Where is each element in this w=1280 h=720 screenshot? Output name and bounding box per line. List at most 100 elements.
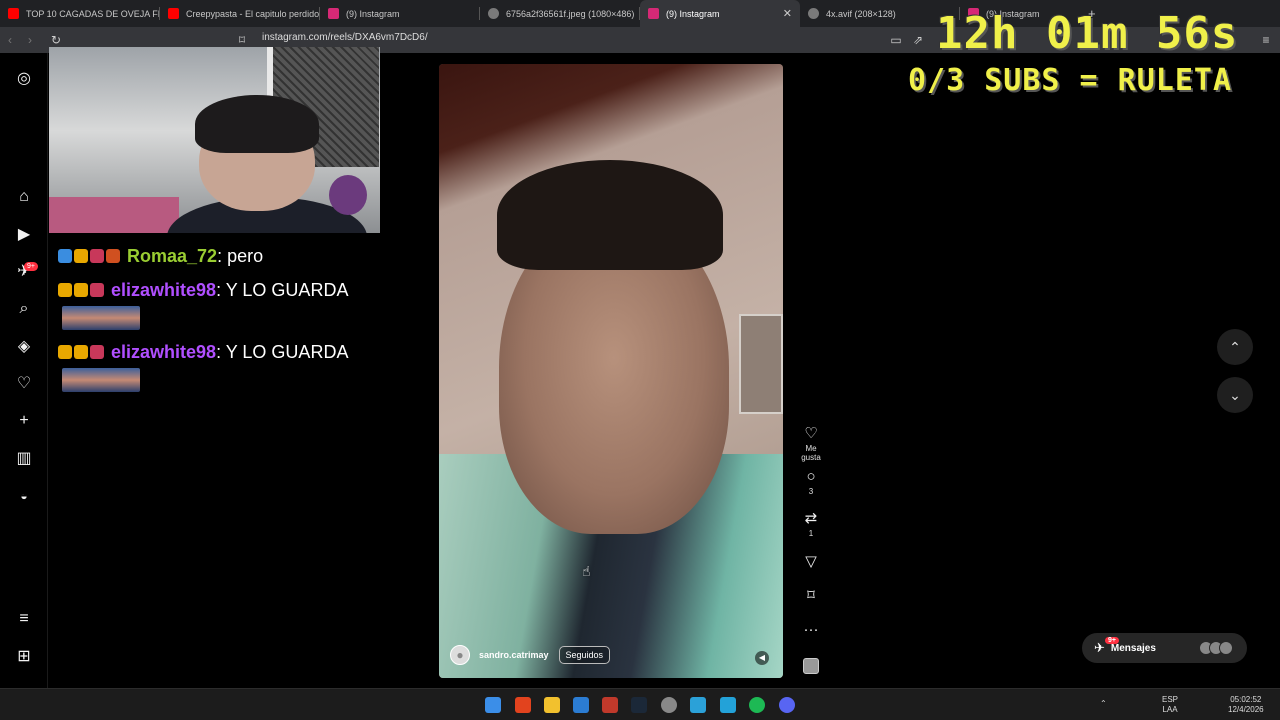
repost-icon[interactable]: ⇄ [796, 510, 826, 528]
heart-icon[interactable]: ♡ [796, 425, 826, 443]
messages-icon: ✈ [1094, 640, 1105, 655]
bing-icon[interactable] [573, 697, 589, 713]
create-icon[interactable]: + [14, 411, 34, 431]
browser-tab[interactable]: (9) Instagram [320, 0, 480, 27]
save-action[interactable]: ⌑ [796, 587, 826, 605]
reload-icon[interactable]: ↻ [46, 33, 66, 47]
more-options-action[interactable]: ··· [796, 621, 826, 639]
instagram-favicon-icon [648, 8, 659, 19]
explore-icon[interactable]: ◈ [14, 336, 34, 356]
clock[interactable]: 05:02:52 12/4/2026 [1228, 695, 1264, 715]
ccleaner-icon[interactable] [690, 697, 706, 713]
chevron-up-icon: ⌃ [1229, 338, 1241, 355]
clock-time: 05:02:52 [1230, 695, 1262, 704]
chevron-down-icon: ⌄ [1229, 386, 1241, 403]
audio-thumbnail[interactable] [803, 658, 819, 674]
like-action[interactable]: ♡ Me gusta [796, 425, 826, 462]
comment-count: 3 [808, 487, 814, 496]
browser-tab[interactable]: TOP 10 CAGADAS DE OVEJA FREE F [0, 0, 160, 27]
messages-pill[interactable]: ✈ 9+ Mensajes [1082, 633, 1247, 663]
author-username[interactable]: sandro.catrimay [479, 650, 549, 660]
messages-badge: 9+ [24, 262, 38, 271]
send-icon[interactable]: ▽ [796, 553, 826, 571]
messages-pill-badge: 9+ [1105, 637, 1119, 644]
share-action[interactable]: ▽ [796, 553, 826, 571]
url-field[interactable]: instagram.com/reels/DXA6vm7DcD6/ [262, 32, 428, 43]
messages-avatars [1199, 641, 1233, 655]
browser-tab-active[interactable]: (9) Instagram ✕ [640, 0, 800, 27]
chat-badge-icon [106, 249, 120, 263]
youtube-favicon-icon [8, 8, 19, 19]
browser-tab[interactable]: 6756a2f36561f.jpeg (1080×486) [480, 0, 640, 27]
tab-title: (9) Instagram [666, 8, 720, 19]
chat-badge-icon [90, 249, 104, 263]
discord-icon[interactable] [779, 697, 795, 713]
forward-icon[interactable]: › [20, 33, 40, 47]
tray-chevron-icon[interactable]: ⌃ [1100, 699, 1107, 709]
browser-tab[interactable]: Creepypasta - El capitulo perdido d [160, 0, 320, 27]
start-icon[interactable] [485, 697, 501, 713]
notifications-icon[interactable]: ♡ [14, 373, 34, 393]
steam-icon[interactable] [631, 697, 647, 713]
spotify-icon[interactable] [749, 697, 765, 713]
close-tab-icon[interactable]: ✕ [777, 7, 792, 20]
share-icon[interactable]: ⇗ [908, 33, 928, 47]
instagram-logo-icon[interactable]: ◎ [14, 68, 34, 88]
plush-toy [329, 175, 367, 215]
chat-badge-icon [74, 345, 88, 359]
file-explorer-icon[interactable] [544, 697, 560, 713]
home-icon[interactable]: ⌂ [14, 187, 34, 207]
chat-message: elizawhite98: Y LO GUARDA [58, 276, 388, 332]
app-icon[interactable] [602, 697, 618, 713]
brave-icon[interactable] [515, 697, 531, 713]
chat-badge-icon [58, 249, 72, 263]
following-button[interactable]: Seguidos [558, 646, 611, 664]
reels-icon[interactable]: ▶ [14, 224, 34, 244]
messages-label: Mensajes [1110, 642, 1156, 654]
bookmark-icon[interactable]: ⌑ [232, 33, 252, 47]
next-reel-button[interactable]: ⌄ [1217, 377, 1253, 413]
youtube-favicon-icon [168, 8, 179, 19]
reel-person-hair [497, 160, 723, 270]
obs-icon[interactable] [661, 697, 677, 713]
streamer-hair [195, 95, 319, 153]
repost-count: 1 [808, 529, 814, 538]
more-options-icon[interactable]: ··· [796, 621, 826, 639]
crown-badge-icon [58, 283, 72, 297]
meta-apps-icon[interactable]: ⊞ [14, 646, 34, 666]
dashboard-icon[interactable]: ▥ [14, 448, 34, 468]
screen: TOP 10 CAGADAS DE OVEJA FREE F Creepypas… [0, 0, 1280, 720]
more-menu-icon[interactable]: ≡ [14, 609, 34, 629]
comment-icon[interactable]: ○ [796, 468, 826, 486]
globe-favicon-icon [488, 8, 499, 19]
tab-title: 6756a2f36561f.jpeg (1080×486) [506, 8, 635, 19]
tab-title: TOP 10 CAGADAS DE OVEJA FREE F [26, 8, 160, 19]
bookmark-icon[interactable]: ⌑ [796, 587, 826, 605]
previous-reel-button[interactable]: ⌃ [1217, 329, 1253, 365]
reel-video[interactable] [439, 64, 783, 678]
notepad-icon[interactable] [720, 697, 736, 713]
language-indicator[interactable]: ESP LAA [1162, 695, 1178, 715]
webcam-background-bed [49, 197, 179, 233]
chat-badge-icon [90, 283, 104, 297]
mute-icon[interactable]: ◀ [755, 651, 769, 665]
browser-menu-icon[interactable]: ≡ [1256, 33, 1276, 47]
chat-message: elizawhite98: Y LO GUARDA [58, 338, 388, 394]
chat-message: Romaa_72: pero [58, 242, 388, 270]
stream-timer: 12h 01m 56s [936, 8, 1239, 59]
clock-date: 12/4/2026 [1228, 705, 1264, 714]
lang-bottom: LAA [1162, 705, 1178, 714]
cast-icon[interactable]: ▭ [886, 33, 906, 47]
comment-action[interactable]: ○ 3 [796, 468, 826, 496]
repost-action[interactable]: ⇄ 1 [796, 510, 826, 538]
profile-icon[interactable]: ◒ [14, 486, 34, 506]
tab-title: (9) Instagram [346, 8, 400, 19]
windows-taskbar: ⌃ ESP LAA 05:02:52 12/4/2026 [0, 688, 1280, 720]
chat-username: Romaa_72 [127, 246, 218, 266]
author-avatar[interactable]: ● [450, 645, 470, 665]
search-icon[interactable]: ⌕ [14, 299, 34, 319]
lang-top: ESP [1162, 695, 1179, 704]
like-label: Me gusta [801, 444, 821, 462]
back-icon[interactable]: ‹ [0, 33, 20, 47]
tab-title: Creepypasta - El capitulo perdido d [186, 8, 320, 19]
